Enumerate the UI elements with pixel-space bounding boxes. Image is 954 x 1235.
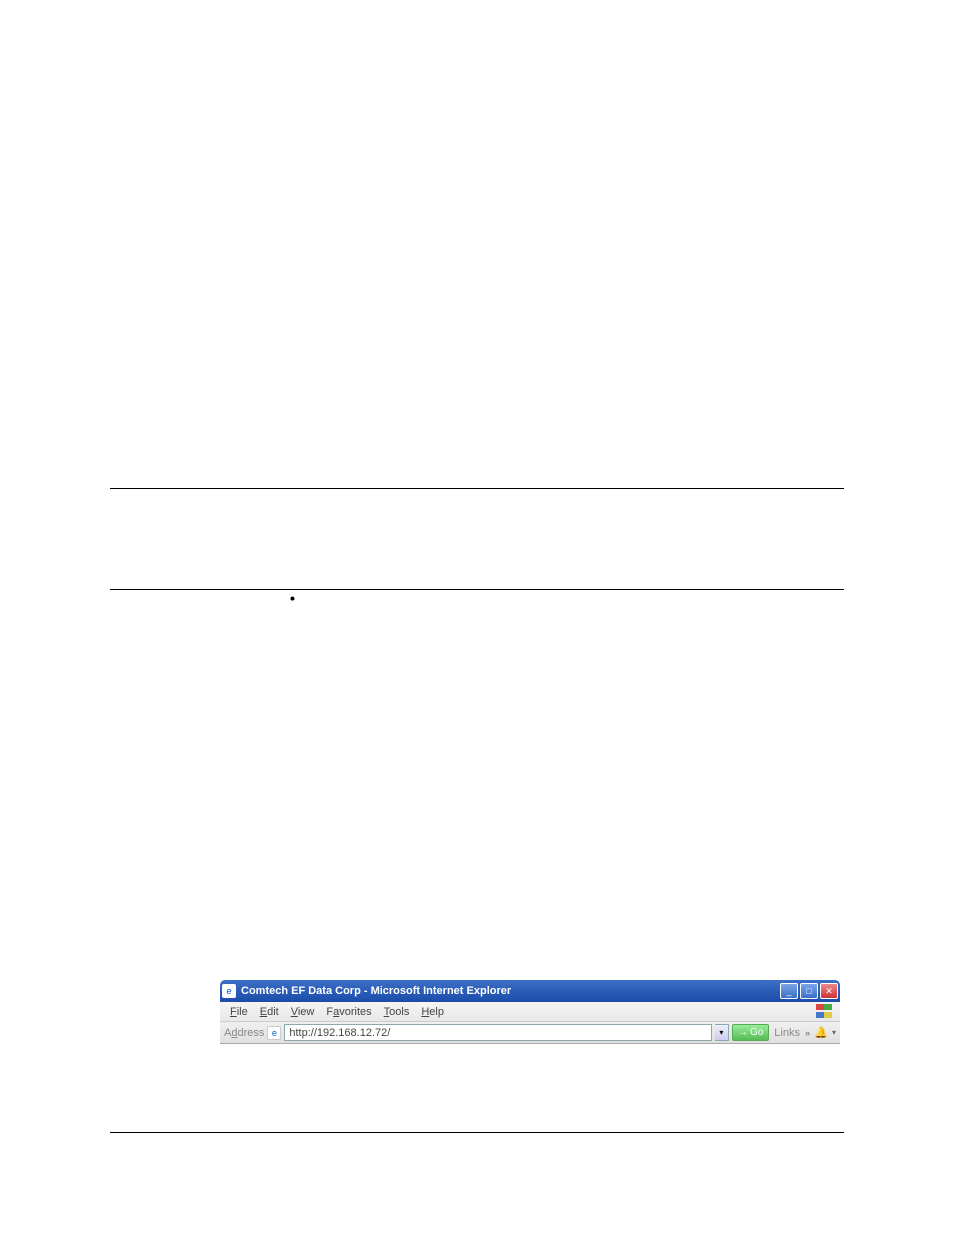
titlebar: e Comtech EF Data Corp - Microsoft Inter… — [220, 980, 840, 1002]
menubar: File Edit View Favorites Tools Help — [220, 1002, 840, 1022]
go-button[interactable]: → Go — [732, 1024, 769, 1041]
chevron-right-icon: » — [805, 1028, 810, 1038]
popup-blocker-icon[interactable]: 🔔 — [813, 1025, 829, 1041]
address-label: Address — [224, 1027, 264, 1039]
page-content — [110, 488, 844, 590]
address-dropdown-icon[interactable]: ▾ — [715, 1024, 729, 1041]
maximize-button[interactable]: □ — [800, 983, 818, 999]
links-label[interactable]: Links — [772, 1027, 802, 1039]
divider-top — [110, 488, 844, 489]
menu-file[interactable]: File — [224, 1006, 254, 1018]
address-input[interactable] — [284, 1024, 712, 1041]
menu-view[interactable]: View — [285, 1006, 321, 1018]
menu-favorites[interactable]: Favorites — [320, 1006, 377, 1018]
minimize-button[interactable]: _ — [780, 983, 798, 999]
window-controls: _ □ ✕ — [780, 983, 838, 999]
browser-window: e Comtech EF Data Corp - Microsoft Inter… — [220, 980, 840, 1044]
menu-tools[interactable]: Tools — [378, 1006, 416, 1018]
ie-icon: e — [222, 984, 236, 998]
divider-mid — [110, 589, 844, 590]
go-label: Go — [750, 1027, 763, 1038]
dropdown-icon[interactable]: ▾ — [832, 1028, 836, 1037]
addressbar: Address e ▾ → Go Links » 🔔 ▾ — [220, 1022, 840, 1044]
menu-help[interactable]: Help — [415, 1006, 450, 1018]
menu-edit[interactable]: Edit — [254, 1006, 285, 1018]
arrow-right-icon: → — [738, 1027, 748, 1038]
page-icon: e — [267, 1026, 281, 1040]
windows-logo-icon — [816, 1004, 836, 1020]
divider-footer — [110, 1132, 844, 1133]
close-button[interactable]: ✕ — [820, 983, 838, 999]
window-title: Comtech EF Data Corp - Microsoft Interne… — [241, 985, 780, 997]
